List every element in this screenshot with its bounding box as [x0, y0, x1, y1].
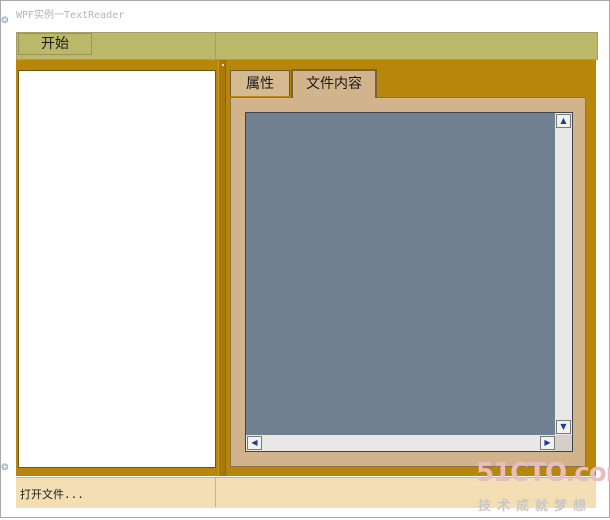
status-divider	[215, 477, 216, 507]
scroll-left-arrow-icon[interactable]: ◀	[247, 436, 262, 450]
left-list-panel[interactable]	[18, 70, 216, 468]
vertical-scrollbar[interactable]	[555, 113, 572, 435]
scroll-up-arrow-icon[interactable]: ▲	[556, 114, 571, 128]
status-text: 打开文件...	[20, 488, 84, 501]
menu-bar	[16, 32, 598, 60]
scroll-right-arrow-icon[interactable]: ▶	[540, 436, 555, 450]
tab-file-content[interactable]: 文件内容	[291, 69, 377, 98]
window-title: WPF实例一TextReader	[16, 10, 125, 21]
file-content-textbox[interactable]	[245, 112, 573, 452]
tab-properties[interactable]: 属性	[230, 70, 290, 96]
menu-item-start[interactable]: 开始	[18, 33, 92, 55]
scroll-corner	[555, 435, 572, 451]
watermark-subtitle: 技术成就梦想	[478, 499, 593, 514]
scroll-down-arrow-icon[interactable]: ▼	[556, 420, 571, 434]
menu-divider	[215, 32, 216, 60]
horizontal-scrollbar[interactable]	[246, 435, 555, 451]
splitter-grip	[222, 64, 224, 66]
resize-grip-icon[interactable]: ❂	[1, 463, 12, 474]
grid-splitter[interactable]	[218, 60, 226, 476]
watermark-logo: 51CTO.com	[476, 458, 610, 488]
resize-grip-icon[interactable]: ❂	[1, 16, 12, 27]
